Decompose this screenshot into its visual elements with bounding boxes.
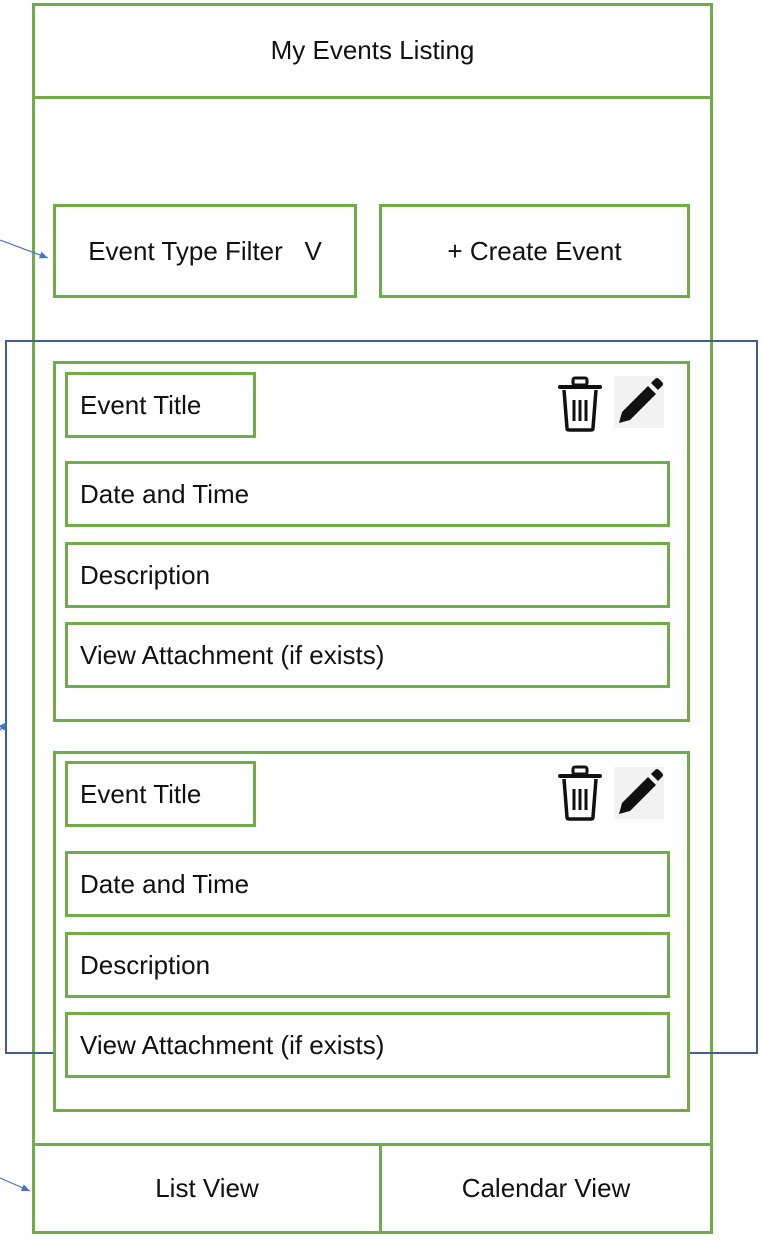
filter-annotation-arrow (0, 239, 49, 259)
list-annotation-arrow (0, 721, 8, 731)
annotation-arrows (0, 239, 49, 1192)
view-toggle-annotation-arrow (0, 1177, 31, 1192)
